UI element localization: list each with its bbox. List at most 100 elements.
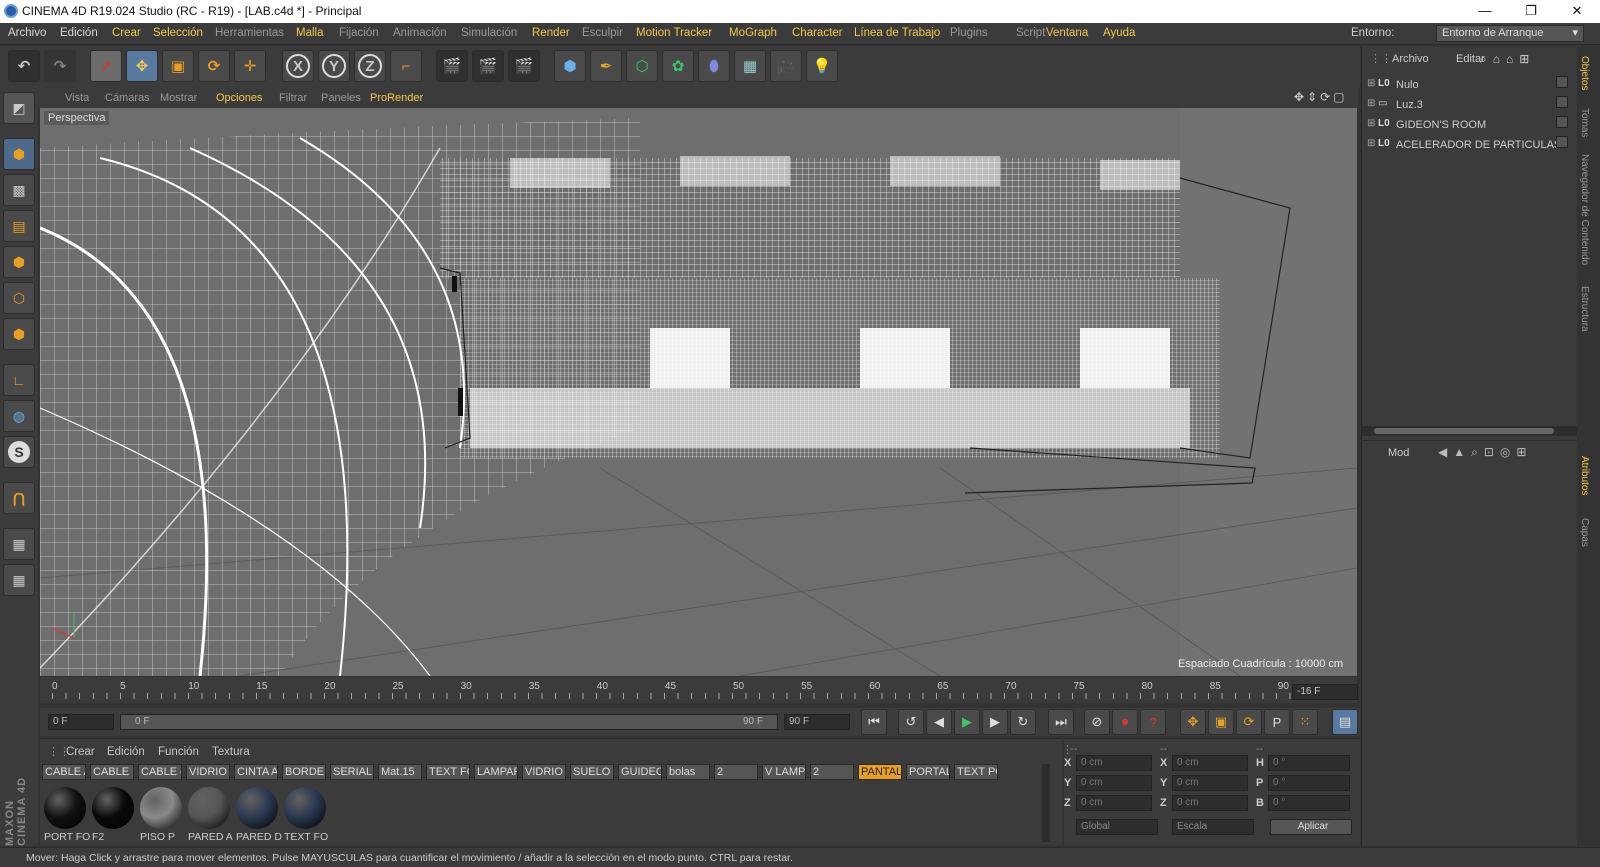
move-tool-button[interactable]: ✥ bbox=[126, 50, 158, 82]
texture-mode-button[interactable]: ▩ bbox=[3, 174, 35, 206]
undo-button[interactable]: ↶ bbox=[8, 50, 40, 82]
key-scale-button[interactable]: ▣ bbox=[1208, 709, 1234, 735]
prev-frame-button[interactable]: ◀ bbox=[926, 709, 952, 735]
material-swatch[interactable] bbox=[188, 787, 230, 829]
material-tab[interactable]: SERIAL bbox=[330, 764, 374, 780]
coord-position-field[interactable]: 0 cm bbox=[1076, 795, 1152, 811]
next-key-button[interactable]: ↻ bbox=[1010, 709, 1036, 735]
material-tab[interactable]: CINTA A bbox=[234, 764, 278, 780]
material-menu-textura[interactable]: Textura bbox=[212, 746, 250, 758]
material-swatch[interactable] bbox=[140, 787, 182, 829]
coord-size-field[interactable]: 0 cm bbox=[1172, 755, 1248, 771]
material-tab[interactable]: BORDE bbox=[282, 764, 326, 780]
coord-rotation-field[interactable]: 0 ° bbox=[1268, 755, 1350, 771]
material-tab[interactable]: CABLE c bbox=[138, 764, 182, 780]
next-frame-button[interactable]: ▶ bbox=[982, 709, 1008, 735]
material-tab[interactable]: CABLE N bbox=[90, 764, 134, 780]
material-swatch[interactable] bbox=[92, 787, 134, 829]
z-axis-button[interactable]: Z bbox=[354, 50, 386, 82]
menu-character[interactable]: Character bbox=[792, 27, 843, 39]
material-tab[interactable]: VIDRIO bbox=[522, 764, 566, 780]
attributes-mode-menu[interactable]: Mod bbox=[1388, 447, 1409, 459]
timeline-window-button[interactable]: ▤ bbox=[1332, 709, 1358, 735]
coord-rotation-field[interactable]: 0 ° bbox=[1268, 775, 1350, 791]
points-mode-button[interactable]: ⬢ bbox=[3, 246, 35, 278]
material-tab[interactable]: V LAMP bbox=[762, 764, 806, 780]
material-tab[interactable]: bolas bbox=[666, 764, 710, 780]
coord-rotation-field[interactable]: 0 ° bbox=[1268, 795, 1350, 811]
expand-icon[interactable]: ⊞ bbox=[1367, 98, 1375, 109]
goto-start-button[interactable]: ⏮ bbox=[861, 709, 887, 735]
menu-herramientas[interactable]: Herramientas bbox=[215, 27, 284, 39]
viewport-3d[interactable] bbox=[40, 108, 1357, 676]
coordinate-system-button[interactable]: ⌐ bbox=[390, 50, 422, 82]
object-visibility-icon[interactable] bbox=[1556, 96, 1568, 108]
right-tab-objetos[interactable]: Objetos bbox=[1579, 56, 1590, 90]
material-tab[interactable]: SUELO ( bbox=[570, 764, 614, 780]
menu-selecci-n[interactable]: Selección bbox=[153, 27, 203, 39]
key-position-button[interactable]: ✥ bbox=[1180, 709, 1206, 735]
expand-icon[interactable]: ⊞ bbox=[1367, 138, 1375, 149]
right-tab-atributos[interactable]: Atributos bbox=[1579, 456, 1590, 495]
magnet-button[interactable]: ⋂ bbox=[3, 482, 35, 514]
menu-esculpir[interactable]: Esculpir bbox=[582, 27, 623, 39]
keyframe-selection-button[interactable]: ⊘ bbox=[1084, 709, 1110, 735]
apply-button[interactable]: Aplicar bbox=[1270, 819, 1352, 835]
right-tab-tomas[interactable]: Tomas bbox=[1579, 108, 1590, 137]
current-frame-field[interactable]: -16 F bbox=[1292, 684, 1358, 700]
record-button[interactable]: ⏺ bbox=[1112, 709, 1138, 735]
polygons-mode-button[interactable]: ⬢ bbox=[3, 318, 35, 350]
timeline-ruler[interactable]: 0 5 10 15 20 25 30 35 40 45 50 55 60 65 70 75 80 85 90 bbox=[40, 677, 1357, 703]
material-swatch[interactable] bbox=[284, 787, 326, 829]
object-row[interactable]: ⊞ L0 ACELERADOR DE PARTICULAS bbox=[1362, 136, 1561, 154]
menu-animaci-n[interactable]: Animación bbox=[393, 27, 447, 39]
viewport-menu-paneles[interactable]: Paneles bbox=[321, 92, 361, 104]
material-tab[interactable]: Mat.15 bbox=[378, 764, 422, 780]
viewport-nav-icons[interactable]: ✥⇕⟳▢ bbox=[1294, 90, 1348, 104]
object-visibility-icon[interactable] bbox=[1556, 116, 1568, 128]
attributes-nav-icons[interactable]: ◀▲⌕⊡◎⊞ bbox=[1438, 445, 1532, 460]
coord-size-field[interactable]: 0 cm bbox=[1172, 795, 1248, 811]
menu-plugins[interactable]: Plugins bbox=[950, 27, 988, 39]
material-tab[interactable]: TEXT PO bbox=[954, 764, 998, 780]
menu-motion-tracker[interactable]: Motion Tracker bbox=[636, 27, 712, 39]
make-editable-button[interactable]: ◩ bbox=[3, 92, 35, 124]
axis-mode-button[interactable]: ∟ bbox=[3, 364, 35, 396]
material-tab[interactable]: PORTAL bbox=[906, 764, 950, 780]
cube-primitive-button[interactable]: ⬢ bbox=[554, 50, 586, 82]
menu-malla[interactable]: Malla bbox=[296, 27, 323, 39]
material-tab[interactable]: PANTAL bbox=[858, 764, 902, 780]
rotate-tool-button[interactable]: ⟳ bbox=[198, 50, 230, 82]
menu-script[interactable]: Script bbox=[1016, 27, 1045, 39]
edges-mode-button[interactable]: ⬡ bbox=[3, 282, 35, 314]
workplane-lock-button[interactable]: ▦ bbox=[3, 528, 35, 560]
minimize-button[interactable]: — bbox=[1462, 0, 1508, 23]
snap-button[interactable]: S bbox=[3, 436, 35, 468]
scale-tool-button[interactable]: ▣ bbox=[162, 50, 194, 82]
viewport-menu-prorender[interactable]: ProRender bbox=[370, 92, 423, 104]
render-view-button[interactable]: 🎬 bbox=[436, 50, 468, 82]
expand-icon[interactable]: ⊞ bbox=[1367, 118, 1375, 129]
coord-mode-dropdown[interactable]: Global bbox=[1076, 819, 1158, 835]
environment-dropdown[interactable]: Entorno de Arranque ▾ bbox=[1436, 25, 1584, 42]
right-tab-capas[interactable]: Capas bbox=[1579, 518, 1590, 547]
subdivision-button[interactable]: ⬡ bbox=[626, 50, 658, 82]
material-tab[interactable]: 2 bbox=[714, 764, 758, 780]
viewport-menu-opciones[interactable]: Opciones bbox=[216, 92, 262, 104]
key-rotation-button[interactable]: ⟳ bbox=[1236, 709, 1262, 735]
viewport-menu-mostrar[interactable]: Mostrar bbox=[160, 92, 197, 104]
render-settings-button[interactable]: 🎬 bbox=[508, 50, 540, 82]
maximize-button[interactable]: ❐ bbox=[1508, 0, 1554, 23]
object-manager-icons[interactable]: ⌕⌂⌂⊞ bbox=[1480, 52, 1535, 67]
object-name[interactable]: GIDEON'S ROOM bbox=[1396, 119, 1486, 131]
goto-end-button[interactable]: ⏭ bbox=[1048, 709, 1074, 735]
right-tab-estructura[interactable]: Estructura bbox=[1579, 286, 1590, 332]
material-tab[interactable]: TEXT FO bbox=[426, 764, 470, 780]
frame-range-slider[interactable]: 0 F 90 F bbox=[120, 714, 778, 730]
transform-tool-button[interactable]: ✛ bbox=[234, 50, 266, 82]
play-button[interactable]: ▶ bbox=[954, 709, 980, 735]
object-name[interactable]: Nulo bbox=[1396, 79, 1419, 91]
pen-tool-button[interactable]: ✒ bbox=[590, 50, 622, 82]
material-tab[interactable]: LAMPAR bbox=[474, 764, 518, 780]
viewport-menu-cámaras[interactable]: Cámaras bbox=[105, 92, 150, 104]
